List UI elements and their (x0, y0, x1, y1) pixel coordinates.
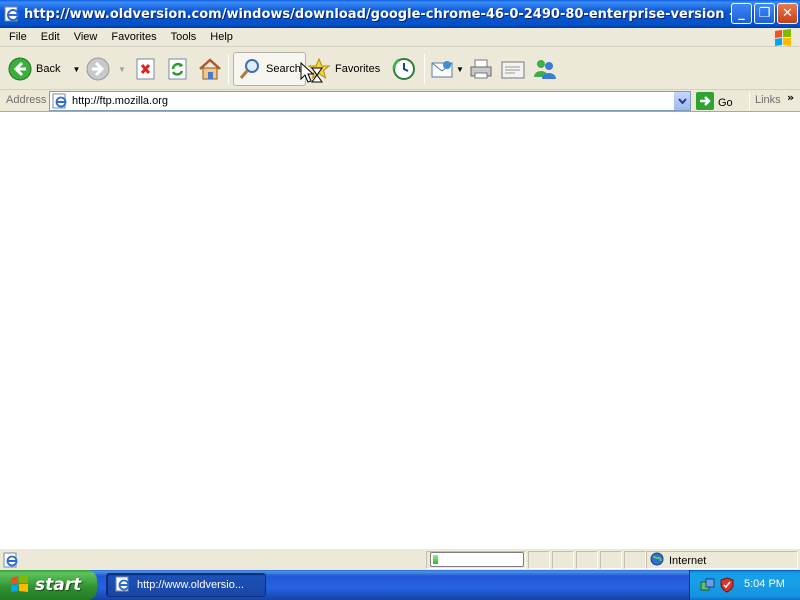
progress-bar (430, 552, 524, 567)
menu-tools[interactable]: Tools (164, 28, 204, 47)
start-label: start (35, 575, 82, 595)
go-label: Go (718, 96, 733, 109)
network-icon[interactable] (700, 577, 716, 593)
taskbar-item-label: http://www.oldversio... (137, 579, 244, 591)
title-bar[interactable]: http://www.oldversion.com/windows/downlo… (0, 0, 800, 28)
menu-edit[interactable]: Edit (34, 28, 67, 47)
back-arrow-icon (8, 57, 32, 81)
progress-fill (433, 555, 438, 564)
address-value[interactable]: http://ftp.mozilla.org (72, 95, 690, 107)
back-label: Back (36, 63, 61, 75)
menu-file[interactable]: File (0, 28, 34, 47)
taskbar-item-browser[interactable]: http://www.oldversio... (106, 573, 266, 597)
back-dropdown-icon[interactable]: ▼ (72, 65, 80, 74)
status-pane (576, 551, 598, 569)
windows-flag-icon (10, 574, 30, 596)
taskbar: start http://www.oldversio... 5:04 PM (0, 570, 800, 600)
menu-bar: File Edit View Favorites Tools Help (0, 28, 800, 47)
go-arrow-icon (696, 92, 714, 113)
page-icon (52, 93, 68, 109)
status-pane (600, 551, 622, 569)
search-label: Search (266, 63, 301, 75)
toolbar-separator (424, 54, 425, 84)
forward-button[interactable]: ▼ (86, 55, 126, 83)
window-title: http://www.oldversion.com/windows/downlo… (24, 6, 748, 22)
close-icon: ✕ (782, 6, 793, 21)
edit-page-icon (500, 57, 526, 81)
menu-help[interactable]: Help (203, 28, 240, 47)
restore-button[interactable]: ❐ (754, 3, 775, 24)
status-pane (552, 551, 574, 569)
security-zone[interactable]: Internet (650, 552, 706, 569)
windows-logo-icon (772, 29, 794, 47)
links-label[interactable]: Links (755, 94, 781, 106)
favorites-label: Favorites (335, 63, 381, 75)
address-bar: Address http://ftp.mozilla.org Go Links … (0, 90, 800, 112)
refresh-icon (167, 57, 189, 81)
minimize-button[interactable]: _ (731, 3, 752, 24)
printer-icon (469, 57, 493, 81)
messenger-button[interactable] (532, 55, 558, 83)
address-separator (749, 92, 750, 110)
refresh-button[interactable] (167, 55, 189, 83)
search-button[interactable]: Search (233, 52, 306, 86)
links-chevron-icon[interactable]: » (787, 91, 794, 104)
restore-icon: ❐ (758, 6, 771, 21)
status-pane (528, 551, 550, 569)
mail-envelope-icon (430, 57, 454, 81)
home-button[interactable] (197, 55, 223, 83)
clock[interactable]: 5:04 PM (744, 578, 785, 590)
print-button[interactable] (469, 55, 493, 83)
menu-favorites[interactable]: Favorites (104, 28, 163, 47)
menu-view[interactable]: View (67, 28, 105, 47)
address-input[interactable]: http://ftp.mozilla.org (49, 91, 691, 111)
forward-arrow-icon (86, 57, 110, 81)
globe-icon (650, 552, 664, 569)
start-button[interactable]: start (0, 570, 97, 600)
status-pane (624, 551, 646, 569)
page-status-icon (3, 552, 19, 571)
internet-explorer-icon (115, 576, 131, 595)
toolbar-separator (228, 54, 229, 84)
internet-explorer-icon (4, 6, 20, 22)
address-dropdown-button[interactable] (673, 92, 690, 110)
stop-button[interactable] (135, 55, 157, 83)
forward-dropdown-icon[interactable]: ▼ (118, 65, 126, 74)
address-label: Address (6, 94, 47, 106)
mail-dropdown-icon[interactable]: ▼ (456, 65, 464, 74)
go-button[interactable]: Go (696, 92, 733, 113)
security-shield-icon[interactable] (719, 577, 735, 593)
messenger-people-icon (532, 57, 558, 81)
chevron-down-icon (677, 98, 687, 104)
back-button[interactable]: Back ▼ (8, 55, 80, 83)
system-tray: 5:04 PM (689, 570, 800, 600)
page-content[interactable] (0, 112, 800, 548)
close-button[interactable]: ✕ (777, 3, 798, 24)
zone-label: Internet (669, 554, 707, 567)
search-icon (238, 57, 262, 81)
busy-cursor-icon (300, 61, 326, 89)
edit-button[interactable] (500, 55, 526, 83)
status-bar: Internet (0, 548, 800, 570)
mail-button[interactable]: ▼ (430, 55, 464, 83)
history-button[interactable] (391, 55, 417, 83)
history-clock-icon (391, 56, 417, 82)
minimize-icon: _ (738, 6, 745, 21)
stop-icon (135, 57, 157, 81)
home-icon (197, 57, 223, 81)
